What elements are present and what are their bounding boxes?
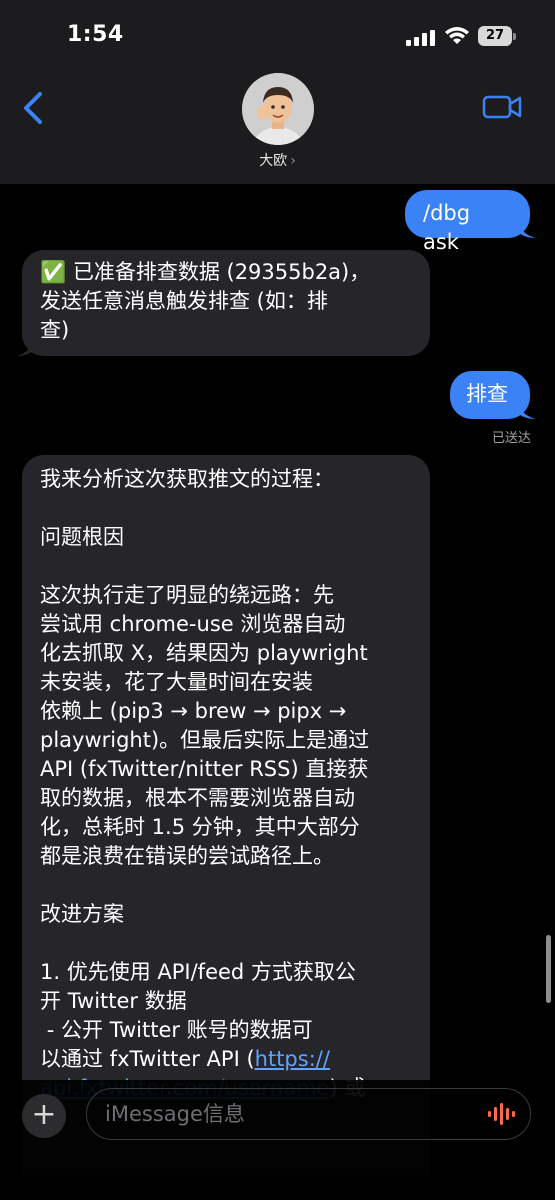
battery-level: 27 — [478, 26, 512, 46]
message-text: 排查 — [466, 382, 508, 406]
audio-waveform-icon[interactable] — [486, 1102, 518, 1126]
cellular-signal-icon — [406, 30, 435, 46]
imessage-input[interactable] — [86, 1088, 531, 1140]
delivered-status: 已送达 — [491, 431, 531, 446]
message-text: ✅ 已准备排查数据 (29355b2a)， 发送任意消息触发排查 (如：排 查) — [40, 260, 371, 342]
wifi-icon — [445, 27, 469, 44]
apps-plus-button[interactable]: + — [22, 1094, 66, 1138]
status-time: 1:54 — [67, 22, 124, 47]
contact-name[interactable]: 大欧 › — [0, 150, 555, 170]
sent-message-bubble[interactable]: /dbg ask — [405, 190, 530, 254]
scrollbar[interactable] — [546, 935, 551, 1003]
contact-chevron-icon: › — [290, 153, 296, 169]
message-text-body: 我来分析这次获取推文的过程： 问题根因 这次执行走了明显的绕远路：先 尝试用 c… — [40, 467, 370, 1071]
memoji-avatar-icon — [242, 73, 314, 145]
bubble-tail — [518, 220, 536, 238]
battery-icon: 27 — [478, 26, 516, 46]
bubble-tail — [518, 401, 536, 419]
contact-avatar[interactable] — [242, 73, 314, 145]
received-message-bubble[interactable]: 我来分析这次获取推文的过程： 问题根因 这次执行走了明显的绕远路：先 尝试用 c… — [22, 455, 430, 1175]
message-text: /dbg ask — [423, 201, 471, 254]
facetime-video-icon[interactable] — [482, 93, 522, 121]
received-message-bubble[interactable]: ✅ 已准备排查数据 (29355b2a)， 发送任意消息触发排查 (如：排 查) — [22, 250, 430, 356]
back-chevron-icon[interactable] — [20, 90, 46, 126]
message-text: 我来分析这次获取推文的过程： 问题根因 这次执行走了明显的绕远路：先 尝试用 c… — [40, 465, 412, 1103]
bubble-tail — [16, 338, 34, 356]
contact-name-text: 大欧 — [259, 153, 288, 169]
